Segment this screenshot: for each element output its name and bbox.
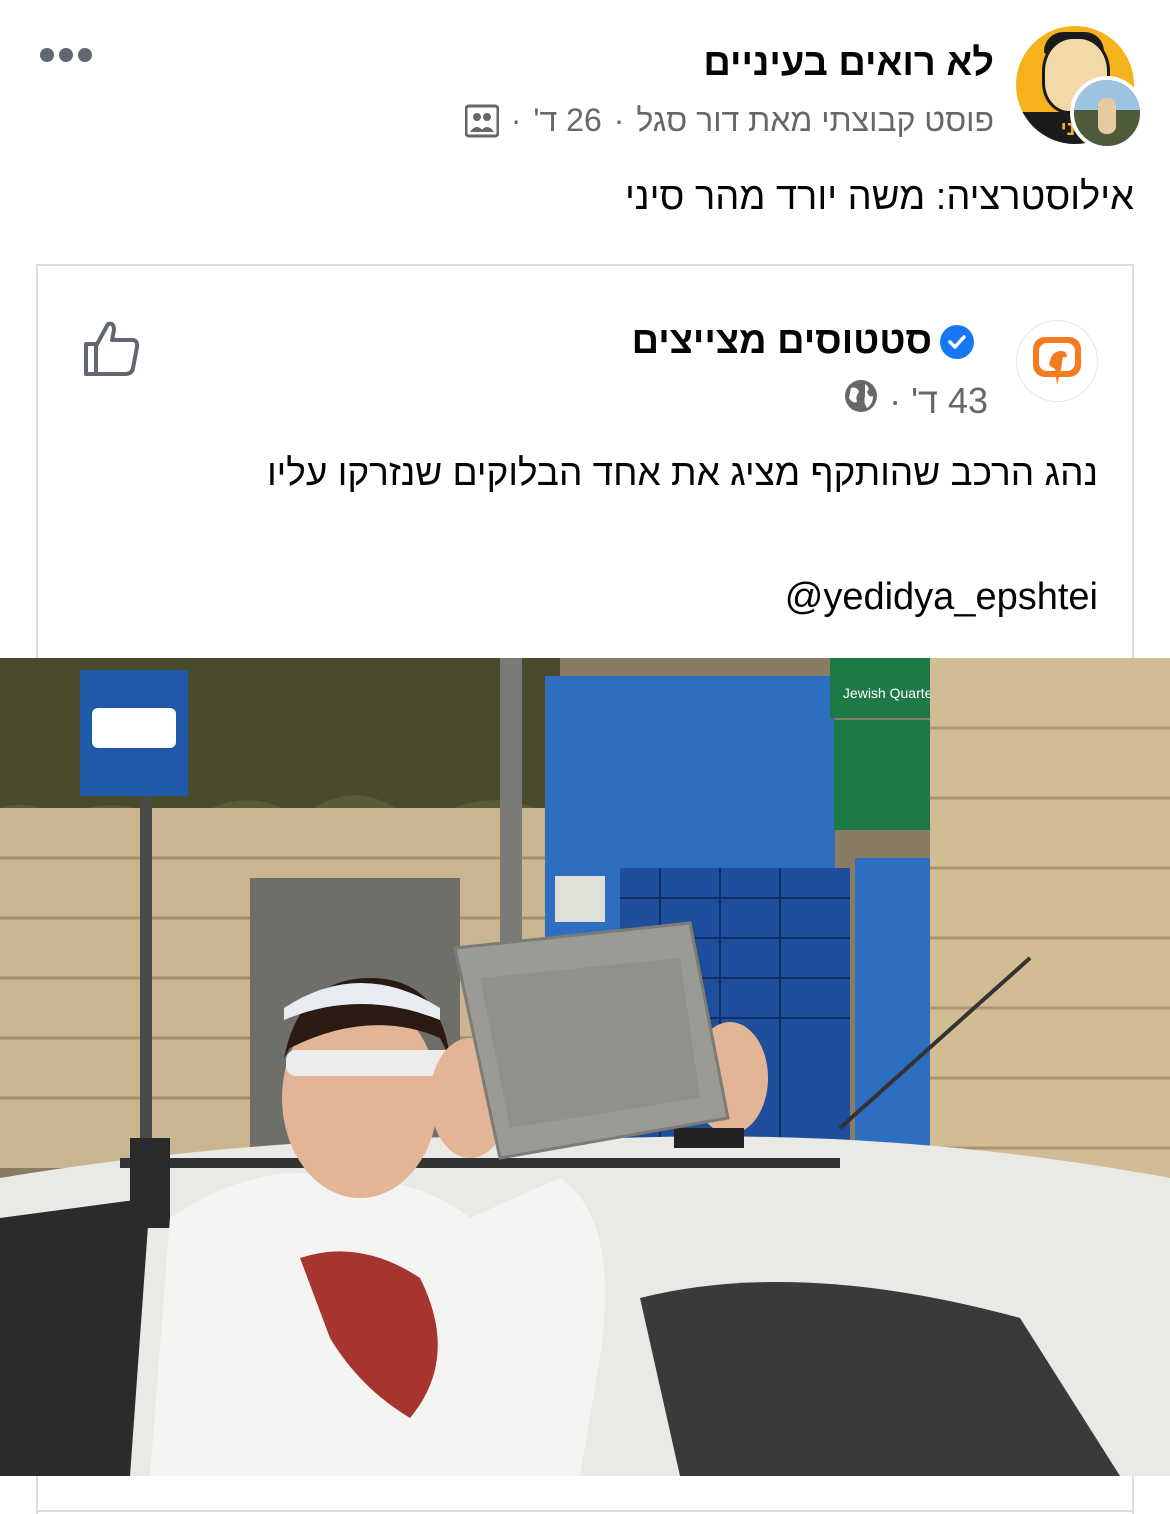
dot bbox=[40, 48, 54, 62]
globe-icon bbox=[843, 378, 879, 423]
separator: · bbox=[889, 379, 902, 421]
separator: · bbox=[613, 102, 625, 138]
post-meta: פוסט קבוצתי מאת דור סגל · 26 ד' · bbox=[464, 102, 994, 139]
page-avatar[interactable] bbox=[1016, 320, 1098, 402]
shared-page-name[interactable]: סטטוסים מצייצים bbox=[632, 320, 974, 363]
verified-badge-icon bbox=[940, 324, 974, 359]
page-name-text[interactable]: סטטוסים מצייצים bbox=[632, 320, 932, 363]
card-border bbox=[36, 1510, 1134, 1512]
shared-post-text: נהג הרכב שהותקף מציג את אחד הבלוקים שנזר… bbox=[267, 452, 1098, 493]
shared-post-handle[interactable]: @yedidya_epshtei bbox=[785, 576, 1098, 619]
author-avatar[interactable] bbox=[1070, 76, 1144, 150]
group-icon bbox=[464, 104, 500, 138]
shared-post-time[interactable]: 43 ד' bbox=[911, 380, 988, 422]
separator: · bbox=[510, 102, 522, 138]
shared-post-photo[interactable]: Jewish Quarter bbox=[0, 658, 1170, 1476]
page-logo-icon bbox=[1033, 337, 1081, 385]
post-author-line[interactable]: פוסט קבוצתי מאת דור סגל bbox=[636, 102, 994, 139]
more-options-icon[interactable] bbox=[40, 40, 92, 70]
thumbs-up-icon[interactable] bbox=[80, 316, 144, 380]
sign-text: Jewish Quarter bbox=[843, 685, 937, 701]
post-time[interactable]: 26 ד' bbox=[533, 102, 601, 139]
shared-post-meta: 43 ד' · bbox=[843, 378, 988, 423]
dot bbox=[78, 48, 92, 62]
dot bbox=[59, 48, 73, 62]
post-text: אילוסטרציה: משה יורד מהר סיני bbox=[624, 176, 1134, 218]
avatar-person bbox=[1098, 98, 1116, 134]
group-name[interactable]: לא רואים בעיניים bbox=[703, 42, 994, 85]
